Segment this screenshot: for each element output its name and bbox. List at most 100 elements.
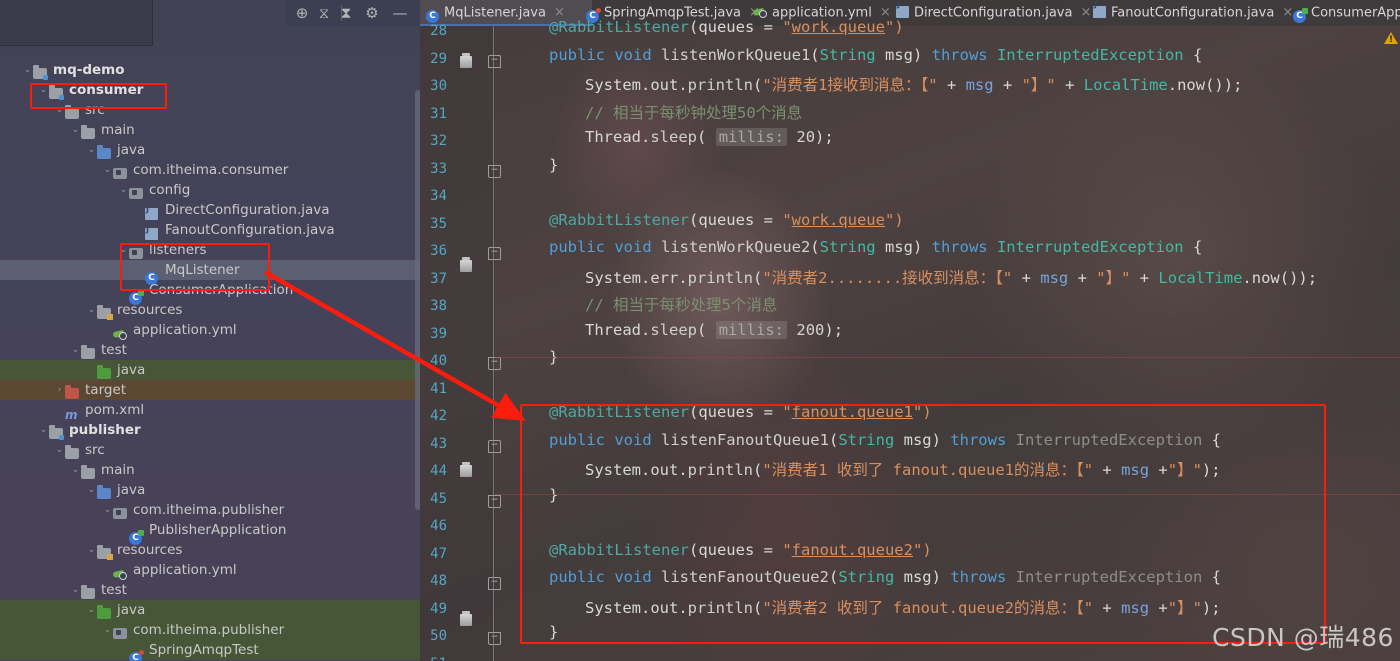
tree-node-java[interactable]: java bbox=[0, 360, 420, 380]
code-line[interactable]: System.out.println("消费者1 收到了 fanout.queu… bbox=[585, 458, 1221, 480]
editor-area[interactable]: C MqListener.java × C SpringAmqpTest.java × ap… bbox=[420, 0, 1400, 661]
code-line[interactable]: System.out.println("消费者1接收到消息：【" + msg +… bbox=[585, 73, 1242, 95]
code-line[interactable]: Thread.sleep( millis: 20); bbox=[585, 128, 834, 146]
code-line[interactable]: System.err.println("消费者2........接收到消息：【"… bbox=[585, 266, 1317, 288]
project-tree[interactable]: ⌄ mq-demo ⌄ consumer ⌄ src ⌄ main ⌄ java ⌄ com.ithe… bbox=[0, 60, 420, 661]
code-line[interactable]: public void listenWorkQueue1(String msg)… bbox=[549, 46, 1202, 64]
chevron-down-icon[interactable]: ⌄ bbox=[54, 440, 65, 460]
code-token: LocalTime bbox=[1158, 268, 1243, 287]
chevron-down-icon[interactable]: ⌄ bbox=[86, 300, 97, 320]
chevron-down-icon[interactable]: ⌄ bbox=[70, 340, 81, 360]
tree-node-pom-xml[interactable]: m pom.xml bbox=[0, 400, 420, 422]
chevron-down-icon[interactable]: ⌄ bbox=[102, 160, 113, 180]
rabbit-listener-gutter-icon[interactable] bbox=[460, 461, 472, 477]
chevron-down-icon[interactable]: ⌄ bbox=[86, 480, 97, 500]
line-number: 48 bbox=[430, 573, 447, 589]
tree-node-target[interactable]: › target bbox=[0, 380, 420, 400]
settings-gear-icon[interactable]: ⚙ bbox=[363, 4, 381, 22]
code-line[interactable]: public void listenFanoutQueue1(String ms… bbox=[549, 431, 1221, 449]
chevron-down-icon[interactable]: ⌄ bbox=[70, 460, 81, 480]
code-line[interactable]: } bbox=[549, 156, 558, 174]
code-line[interactable]: @RabbitListener(queues = "fanout.queue1"… bbox=[549, 403, 932, 421]
code-line[interactable]: // 相当于每秒处理5个消息 bbox=[585, 293, 777, 315]
warning-triangle-icon[interactable] bbox=[1384, 32, 1398, 45]
chevron-down-icon[interactable]: ⌄ bbox=[102, 620, 113, 640]
code-line[interactable]: public void listenWorkQueue2(String msg)… bbox=[549, 238, 1202, 256]
tree-node-java[interactable]: ⌄ java bbox=[0, 600, 420, 620]
tree-node-publisher[interactable]: ⌄ publisher bbox=[0, 420, 420, 440]
chevron-right-icon[interactable]: › bbox=[54, 380, 65, 400]
tree-node-main[interactable]: ⌄ main bbox=[0, 460, 420, 480]
tree-node-com-itheima-publisher[interactable]: ⌄ com.itheima.publisher bbox=[0, 500, 420, 520]
editor-tab-fanoutconfiguration-java[interactable]: FanoutConfiguration.java× bbox=[1087, 0, 1299, 26]
code-token: System bbox=[585, 76, 641, 94]
tree-node-src[interactable]: ⌄ src bbox=[0, 440, 420, 460]
tree-node-main[interactable]: ⌄ main bbox=[0, 120, 420, 140]
tree-node-com-itheima-consumer[interactable]: ⌄ com.itheima.consumer bbox=[0, 160, 420, 180]
code-token: String bbox=[819, 45, 876, 64]
tree-node-test[interactable]: ⌄ test bbox=[0, 340, 420, 360]
code-line[interactable]: Thread.sleep( millis: 200); bbox=[585, 320, 843, 339]
code-content[interactable]: @RabbitListener(queues = "work.queue") pu… bbox=[495, 18, 1400, 661]
tree-node-listeners[interactable]: ⌄ listeners bbox=[0, 240, 420, 260]
project-toolbar[interactable]: ⊕ ⧖ ⧗ ⚙ — bbox=[285, 0, 420, 26]
tree-node-application-yml[interactable]: application.yml bbox=[0, 560, 420, 580]
tree-node-com-itheima-publisher[interactable]: ⌄ com.itheima.publisher bbox=[0, 620, 420, 640]
select-opened-file-icon[interactable]: ⊕ bbox=[293, 4, 311, 22]
tree-node-springamqptest[interactable]: C SpringAmqpTest bbox=[0, 640, 420, 661]
tree-node-publisherapplication[interactable]: C PublisherApplication bbox=[0, 520, 420, 545]
code-line[interactable]: System.out.println("消费者2 收到了 fanout.queu… bbox=[585, 596, 1221, 618]
code-token: InterruptedException bbox=[1015, 430, 1203, 449]
expand-all-icon[interactable]: ⧖ bbox=[315, 4, 333, 22]
chevron-down-icon[interactable]: ⌄ bbox=[54, 100, 65, 120]
tree-node-mqlistener[interactable]: C MqListener bbox=[0, 260, 420, 285]
chevron-down-icon[interactable]: ⌄ bbox=[86, 140, 97, 160]
chevron-down-icon[interactable]: ⌄ bbox=[38, 80, 49, 100]
rabbit-listener-gutter-icon[interactable] bbox=[460, 611, 472, 626]
editor-gutter[interactable]: 28 29−30 31 32 33−34 35 36−37 38 39 40−41 42 43−44 4… bbox=[420, 23, 501, 661]
chevron-down-icon[interactable]: ⌄ bbox=[86, 600, 97, 620]
tree-node-consumerapplication[interactable]: C ConsumerApplication bbox=[0, 280, 420, 305]
chevron-down-icon[interactable]: ⌄ bbox=[38, 420, 49, 440]
code-line[interactable]: public void listenFanoutQueue2(String ms… bbox=[549, 568, 1221, 586]
java-test-icon: C bbox=[129, 649, 144, 661]
chevron-down-icon[interactable]: ⌄ bbox=[22, 60, 33, 80]
tree-node-java[interactable]: ⌄ java bbox=[0, 140, 420, 160]
collapse-all-icon[interactable]: ⧗ bbox=[337, 4, 355, 22]
chevron-down-icon[interactable]: ⌄ bbox=[118, 180, 129, 200]
code-line[interactable]: @RabbitListener(queues = "fanout.queue2"… bbox=[549, 541, 932, 559]
tree-node-consumer[interactable]: ⌄ consumer bbox=[0, 80, 420, 100]
chevron-down-icon[interactable]: ⌄ bbox=[118, 240, 129, 260]
chevron-down-icon[interactable]: ⌄ bbox=[86, 540, 97, 560]
tree-node-application-yml[interactable]: application.yml bbox=[0, 320, 420, 340]
chevron-down-icon[interactable]: ⌄ bbox=[102, 500, 113, 520]
editor-tab-consumerapplication[interactable]: CConsumerApplication bbox=[1287, 0, 1400, 26]
chevron-down-icon[interactable]: ⌄ bbox=[70, 580, 81, 600]
code-line[interactable]: @RabbitListener(queues = "work.queue") bbox=[549, 18, 904, 36]
tab-label: MqListener.java bbox=[444, 5, 546, 21]
tree-node-label: com.itheima.consumer bbox=[133, 162, 289, 178]
line-number: 45 bbox=[430, 490, 447, 507]
code-token: ( bbox=[828, 568, 839, 586]
tree-node-mq-demo[interactable]: ⌄ mq-demo bbox=[0, 60, 420, 80]
code-line[interactable]: // 相当于每秒钟处理50个消息 bbox=[585, 101, 802, 123]
code-line[interactable]: @RabbitListener(queues = "work.queue") bbox=[549, 211, 904, 229]
code-token: ); bbox=[1201, 598, 1221, 617]
tree-node-resources[interactable]: ⌄ resources bbox=[0, 540, 420, 560]
tree-node-config[interactable]: ⌄ config bbox=[0, 180, 420, 200]
rabbit-listener-gutter-icon[interactable] bbox=[460, 257, 472, 272]
hide-icon[interactable]: — bbox=[391, 4, 409, 22]
tree-node-resources[interactable]: ⌄ resources bbox=[0, 300, 420, 320]
tree-node-fanoutconfiguration-java[interactable]: FanoutConfiguration.java bbox=[0, 220, 420, 240]
tree-node-icon bbox=[97, 304, 113, 320]
tree-node-src[interactable]: ⌄ src bbox=[0, 100, 420, 120]
editor-tab-directconfiguration-java[interactable]: DirectConfiguration.java× bbox=[890, 0, 1099, 26]
code-line[interactable]: } bbox=[549, 623, 558, 641]
rabbit-listener-gutter-icon[interactable] bbox=[460, 52, 472, 68]
tree-node-directconfiguration-java[interactable]: DirectConfiguration.java bbox=[0, 200, 420, 220]
project-tool-window[interactable]: ⌄ mq-demo ⌄ consumer ⌄ src ⌄ main ⌄ java ⌄ com.ithe… bbox=[0, 0, 420, 661]
tree-node-test[interactable]: ⌄ test bbox=[0, 580, 420, 600]
chevron-down-icon[interactable]: ⌄ bbox=[70, 120, 81, 140]
code-token: { bbox=[1202, 568, 1221, 586]
tree-node-java[interactable]: ⌄ java bbox=[0, 480, 420, 500]
